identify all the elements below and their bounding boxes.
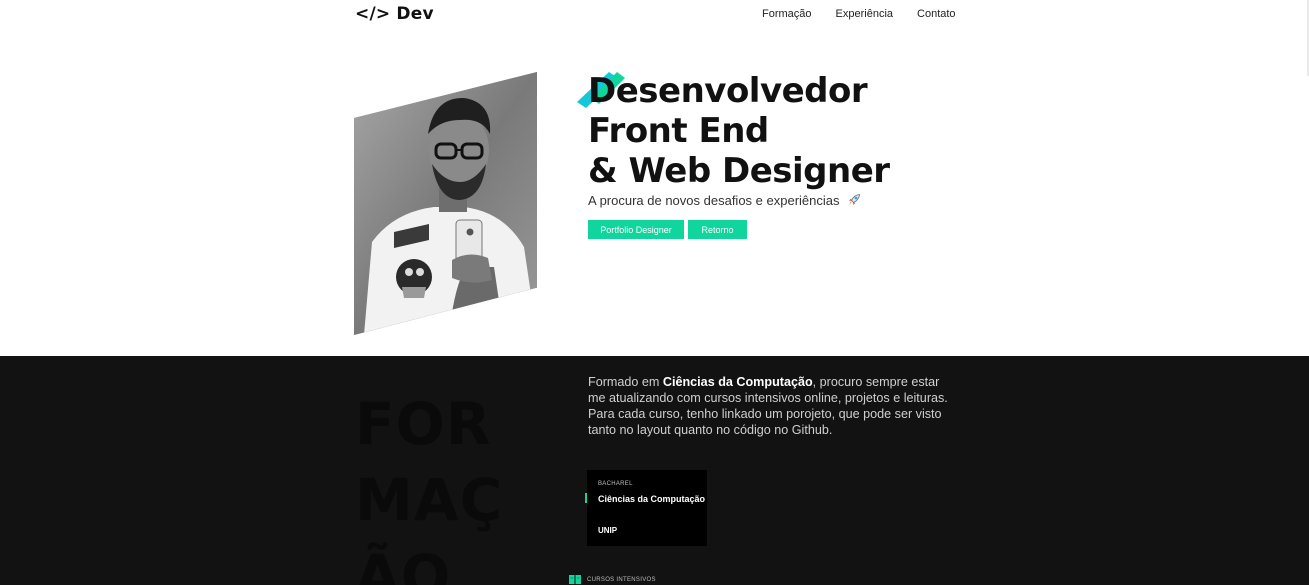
degree-accent-bar — [585, 493, 587, 503]
degree-title: Ciências da Computação — [598, 494, 706, 504]
formacao-heading-line-2: MAÇ — [355, 466, 504, 534]
cursos-intensivos-heading: CURSOS INTENSIVOS — [569, 575, 656, 584]
cursos-intensivos-label: CURSOS INTENSIVOS — [587, 576, 656, 583]
hero-title-line-3: & Web Designer — [588, 151, 890, 191]
formacao-intro: Formado em Ciências da Computação, procu… — [588, 374, 958, 438]
hero-subtitle: A procura de novos desafios e experiênci… — [588, 193, 861, 208]
nav-contato[interactable]: Contato — [917, 8, 956, 20]
portfolio-designer-button[interactable]: Portfolio Designer — [588, 220, 684, 239]
nav-experiencia[interactable]: Experiência — [836, 8, 893, 20]
hero-title-line-1: Desenvolvedor — [588, 71, 868, 111]
nav-formacao[interactable]: Formação — [762, 8, 812, 20]
hero-title: Desenvolvedor Front End & Web Designer — [588, 71, 890, 191]
degree-institution: UNIP — [598, 526, 618, 535]
main-nav: Formação Experiência Contato — [762, 8, 956, 20]
degree-card[interactable]: BACHAREL Ciências da Computação UNIP — [585, 470, 707, 546]
profile-photo — [354, 72, 537, 335]
retorno-button[interactable]: Retorno — [688, 220, 747, 239]
degree-type: BACHAREL — [598, 481, 633, 487]
formacao-big-heading: FOR MAÇ ÃO — [355, 386, 503, 585]
book-icon — [569, 575, 581, 584]
formacao-heading-line-1: FOR — [355, 390, 492, 458]
rocket-icon — [849, 194, 861, 205]
formacao-intro-before: Formado em — [588, 375, 663, 389]
formacao-heading-line-3: ÃO — [355, 542, 452, 585]
hero-title-line-2: Front End — [588, 111, 769, 151]
site-logo[interactable]: </> Dev — [355, 4, 434, 24]
page: </> Dev Formação Experiência Contato Des… — [0, 0, 1309, 585]
formacao-intro-bold: Ciências da Computação — [662, 375, 813, 389]
hero-subtitle-text: A procura de novos desafios e experiênci… — [588, 193, 840, 208]
